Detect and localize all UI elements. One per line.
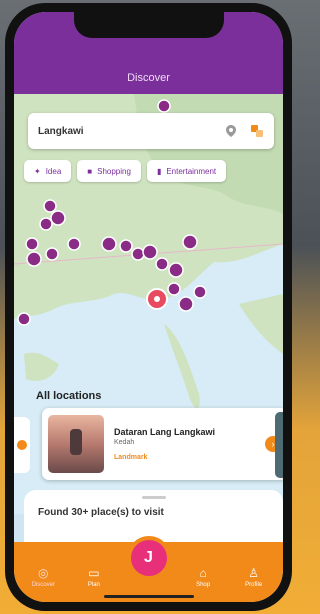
location-type: Landmark <box>114 454 148 461</box>
search-input[interactable]: Langkawi <box>38 126 212 137</box>
tab-profile[interactable]: ♙ Profile <box>234 566 274 588</box>
previous-card-peek[interactable] <box>14 417 30 473</box>
tab-label: Profile <box>245 582 263 588</box>
chip-label: Shopping <box>97 166 131 176</box>
compass-icon: ◎ <box>38 566 49 580</box>
location-info: Dataran Lang Langkawi Kedah Landmark <box>114 427 265 461</box>
chip-label: Entertainment <box>166 166 217 176</box>
next-card-peek[interactable] <box>275 412 283 478</box>
section-title: All locations <box>36 390 102 402</box>
chip-entertainment[interactable]: ▮ Entertainment <box>146 160 227 182</box>
app-screen: Discover Langkawi ✦ Idea ■ Shopping ▮ En… <box>14 12 283 602</box>
sparkle-icon: ✦ <box>34 166 41 176</box>
tab-label: Plan <box>87 582 100 588</box>
location-region: Kedah <box>114 439 135 446</box>
app-logo-icon: J <box>144 549 153 566</box>
tab-plan[interactable]: ▭ Plan <box>74 566 114 588</box>
page-title: Discover <box>127 72 170 84</box>
category-chips: ✦ Idea ■ Shopping ▮ Entertainment <box>24 160 227 182</box>
location-card[interactable]: Dataran Lang Langkawi Kedah Landmark › <box>42 408 283 480</box>
phone-frame: Discover Langkawi ✦ Idea ■ Shopping ▮ En… <box>5 3 292 611</box>
drag-handle[interactable] <box>141 496 166 499</box>
filter-icon[interactable] <box>250 124 264 138</box>
tab-shop[interactable]: ⌂ Shop <box>183 566 223 588</box>
location-pin-icon[interactable] <box>224 124 238 138</box>
results-count: Found 30+ place(s) to visit <box>38 507 164 518</box>
ticket-icon: ▮ <box>156 166 162 176</box>
chip-label: Idea <box>45 166 62 176</box>
person-icon: ♙ <box>248 566 260 580</box>
center-action-button[interactable]: J <box>126 536 171 580</box>
bag-icon: ■ <box>87 166 93 176</box>
tab-label: Discover <box>31 582 55 588</box>
calendar-icon: ▭ <box>88 566 100 580</box>
tab-discover[interactable]: ◎ Discover <box>23 566 63 588</box>
chip-shopping[interactable]: ■ Shopping <box>77 160 141 182</box>
shop-icon: ⌂ <box>199 566 207 580</box>
location-thumbnail <box>48 415 104 473</box>
chip-idea[interactable]: ✦ Idea <box>24 160 72 182</box>
search-bar[interactable]: Langkawi <box>28 113 274 149</box>
device-notch <box>73 12 224 38</box>
location-name: Dataran Lang Langkawi <box>114 427 216 437</box>
tab-label: Shop <box>196 582 211 588</box>
home-indicator <box>103 595 194 598</box>
